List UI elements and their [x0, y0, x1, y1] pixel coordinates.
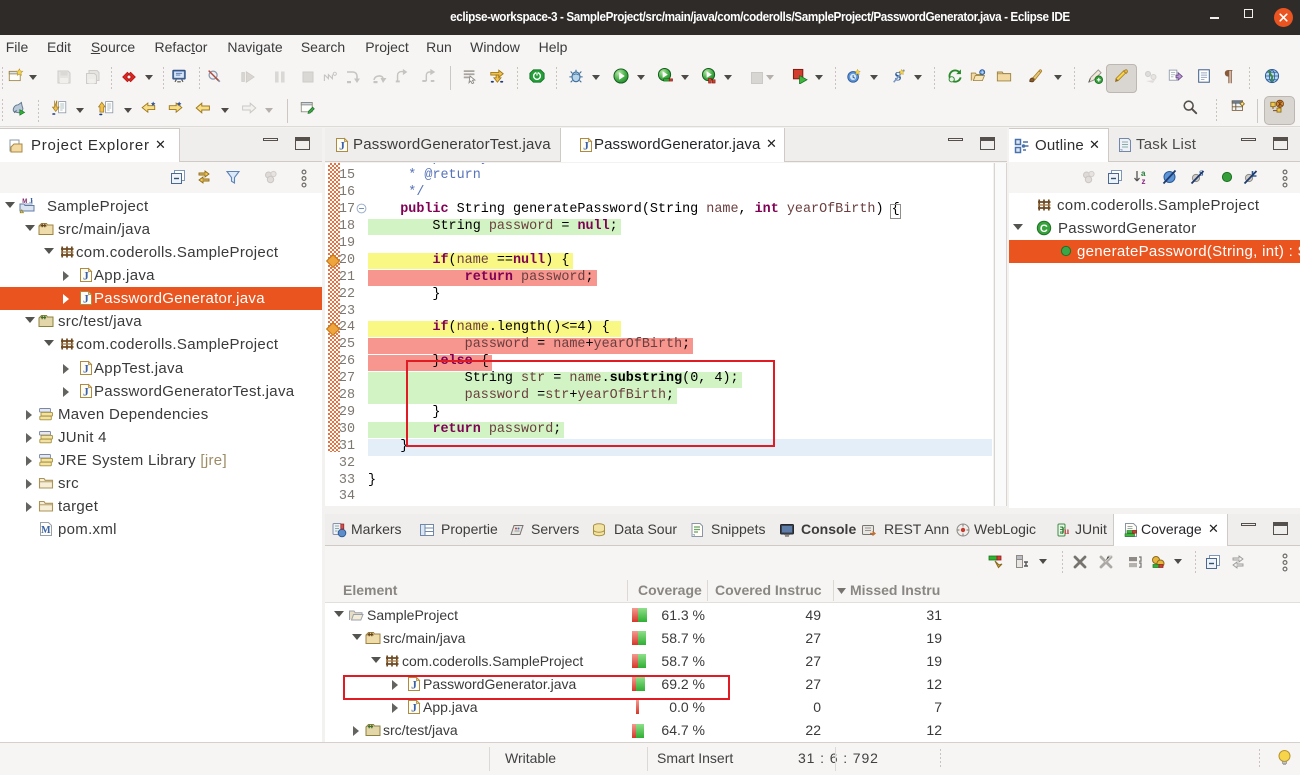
svg-text:J: J — [1060, 527, 1065, 537]
svg-text:z: z — [1142, 177, 1146, 185]
svg-text:u: u — [1064, 527, 1070, 537]
